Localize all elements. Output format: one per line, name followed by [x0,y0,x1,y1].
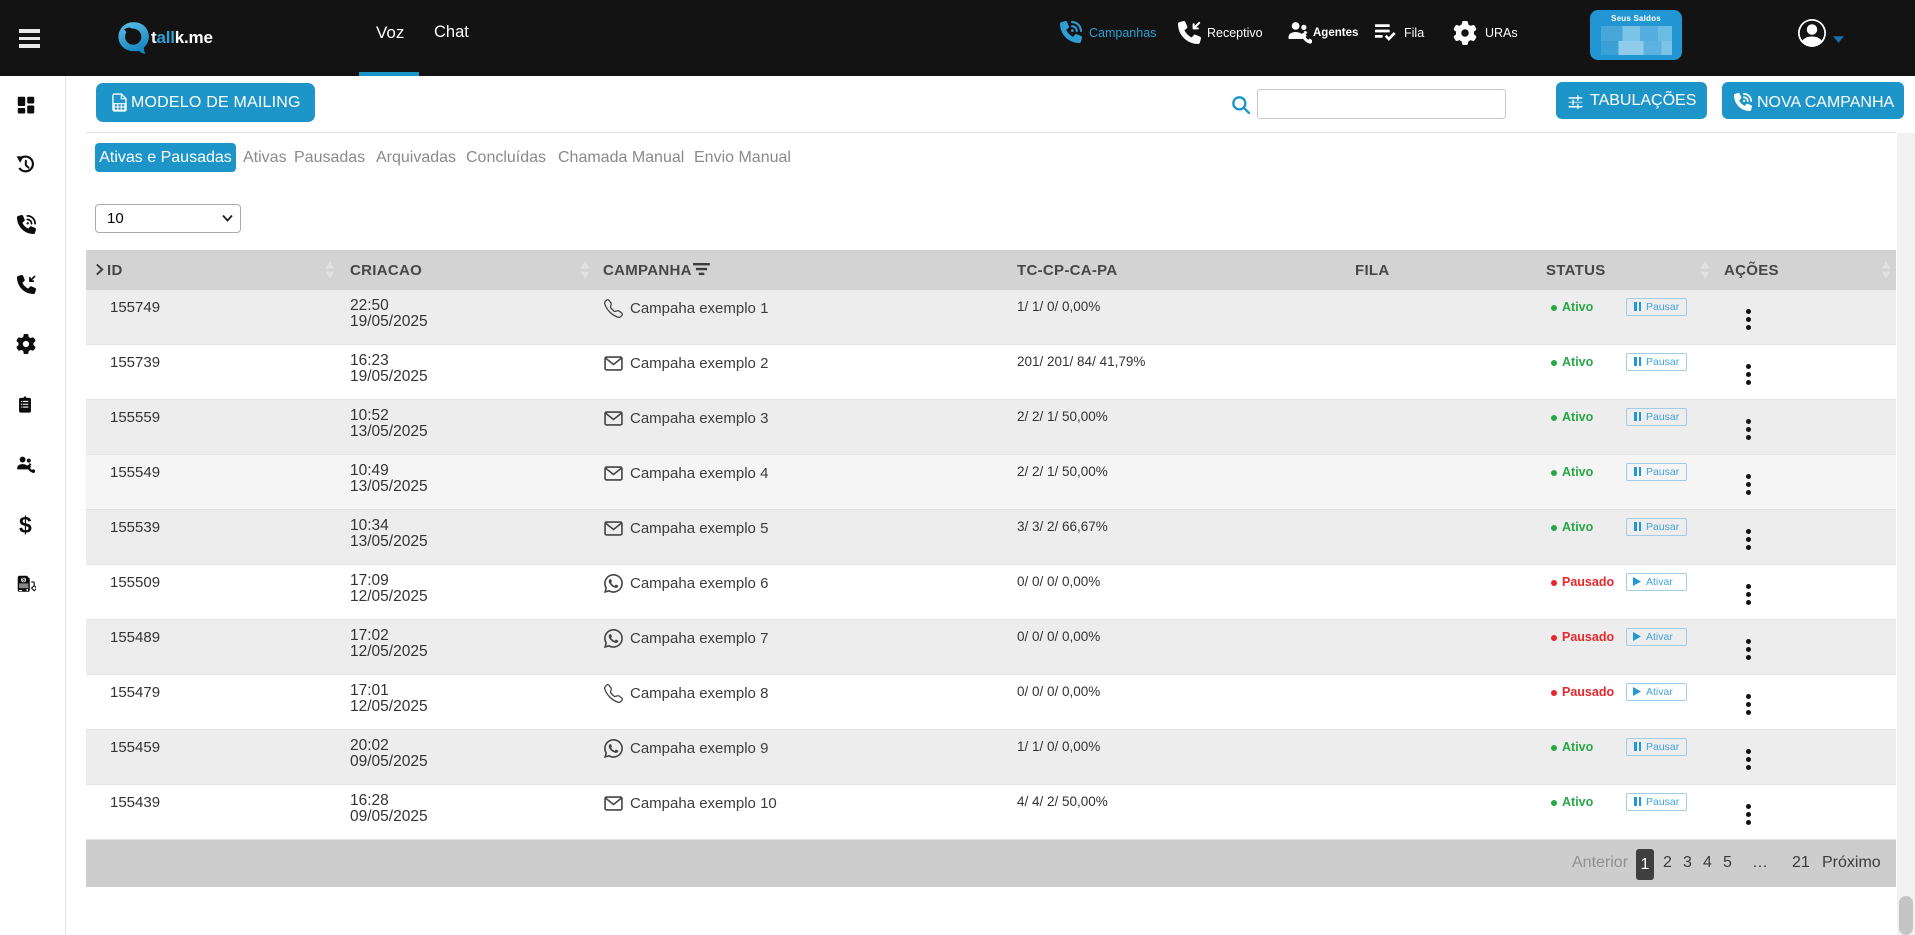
svg-text:$: $ [22,578,25,584]
